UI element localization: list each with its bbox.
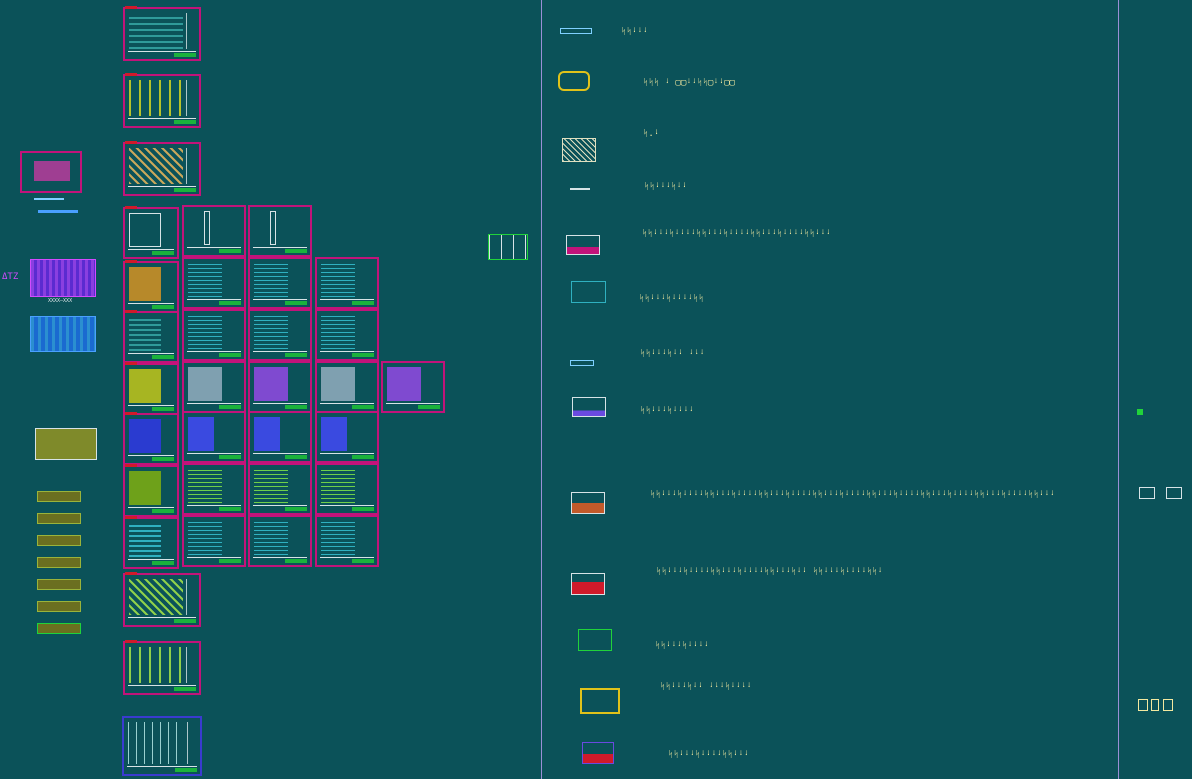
panel-icon[interactable] bbox=[566, 235, 600, 255]
section-drawing[interactable] bbox=[30, 316, 96, 352]
legend-label: ᛋᛋᛍᛍᛍᛋᛍᛍᛍᛍᛋᛋᛍᛍᛍ bbox=[668, 750, 750, 760]
panel-icon[interactable] bbox=[1163, 699, 1173, 711]
left-label-b: XXXX—XXX bbox=[48, 298, 73, 304]
panel-icon[interactable] bbox=[1166, 487, 1182, 499]
legend-label: ᛋᛋᛍᛍᛍᛋᛍᛍᛍᛍᛋᛋᛍᛍᛍᛋᛍᛍᛍᛍᛋᛋᛍᛍᛍᛋᛍᛍᛍᛍᛋᛋᛍᛍᛍ bbox=[642, 229, 832, 239]
drawing-sheet[interactable] bbox=[123, 73, 201, 128]
thumbnail-caption bbox=[34, 198, 64, 200]
legend-label: ᛋᛋᛋ ᛍ ▢▢ᛍᛍᛋᛋ▢ᛍᛍ▢▢ bbox=[643, 78, 735, 88]
detail-strip[interactable] bbox=[37, 491, 81, 502]
panel-icon[interactable] bbox=[580, 688, 620, 714]
drawing-sheet[interactable] bbox=[315, 361, 379, 413]
panel-icon[interactable] bbox=[571, 281, 606, 303]
drawing-sheet[interactable] bbox=[182, 361, 246, 413]
drawing-sheet[interactable] bbox=[315, 309, 379, 361]
drawing-sheet[interactable] bbox=[182, 463, 246, 515]
drawing-sheet[interactable] bbox=[248, 205, 312, 257]
drawing-sheet[interactable] bbox=[182, 257, 246, 309]
marker-icon[interactable] bbox=[1137, 409, 1143, 415]
panel-icon[interactable] bbox=[571, 573, 605, 595]
detail-strip[interactable] bbox=[37, 601, 81, 612]
detail-strip[interactable] bbox=[37, 513, 81, 524]
drawing-sheet[interactable] bbox=[182, 411, 246, 463]
legend-label: ᛋᛋᛍᛍᛍᛋᛍᛍ ᛍᛍᛍ bbox=[640, 349, 705, 359]
drawing-sheet[interactable] bbox=[123, 640, 201, 695]
line-icon[interactable] bbox=[570, 188, 590, 190]
viewport-divider-right bbox=[1118, 0, 1119, 779]
drawing-sheet[interactable] bbox=[248, 463, 312, 515]
frame-icon[interactable] bbox=[558, 71, 590, 91]
thumbnail-caption bbox=[38, 210, 78, 213]
drawing-sheet[interactable] bbox=[123, 141, 201, 196]
site-plan-drawing[interactable] bbox=[35, 428, 97, 460]
panel-icon[interactable] bbox=[572, 397, 606, 417]
drawing-sheet[interactable] bbox=[182, 515, 246, 567]
legend-label: ᛋᛋᛍᛍᛍ bbox=[621, 27, 649, 37]
drawing-sheet[interactable] bbox=[182, 205, 246, 257]
drawing-sheet[interactable] bbox=[248, 411, 312, 463]
detail-strip[interactable] bbox=[37, 579, 81, 590]
left-label-a: ΔΤΖ bbox=[2, 272, 19, 282]
detail-strip[interactable] bbox=[37, 557, 81, 568]
drawing-sheet[interactable] bbox=[248, 309, 312, 361]
drawing-sheet[interactable] bbox=[123, 206, 179, 259]
panel-icon[interactable] bbox=[1139, 487, 1155, 499]
grid-icon[interactable] bbox=[562, 138, 596, 162]
detail-strip[interactable] bbox=[37, 623, 81, 634]
drawing-sheet[interactable] bbox=[315, 411, 379, 463]
panel-icon[interactable] bbox=[582, 742, 614, 764]
drawing-sheet[interactable] bbox=[315, 515, 379, 567]
drawing-sheet[interactable] bbox=[248, 361, 312, 413]
panel-icon[interactable] bbox=[578, 629, 612, 651]
drawing-sheet[interactable] bbox=[123, 260, 179, 313]
arrow-icon[interactable] bbox=[570, 360, 594, 366]
drawing-sheet[interactable] bbox=[123, 464, 179, 517]
drawing-sheet[interactable] bbox=[123, 362, 179, 415]
plan-thumbnail[interactable] bbox=[20, 151, 82, 193]
drawing-sheet[interactable] bbox=[248, 515, 312, 567]
panel-icon[interactable] bbox=[1151, 699, 1159, 711]
drawing-sheet[interactable] bbox=[381, 361, 445, 413]
drawing-sheet[interactable] bbox=[315, 257, 379, 309]
drawing-sheet[interactable] bbox=[123, 412, 179, 465]
floating-detail[interactable] bbox=[488, 234, 528, 260]
legend-label: ᛋᛋᛍᛍᛍᛋᛍᛍᛍᛍ bbox=[640, 406, 695, 416]
panel-icon[interactable] bbox=[1138, 699, 1148, 711]
legend-label: ᛋᛋᛍᛍᛍᛋᛍᛍ ᛍᛍᛍᛋᛍᛍᛍᛍ bbox=[660, 682, 752, 692]
legend-label: ᛋᛋᛍᛍᛍᛋᛍᛍᛍᛍᛋᛋᛍᛍᛍᛋᛍᛍᛍᛍᛋᛋᛍᛍᛍᛋᛍᛍᛍᛍᛋᛋᛍᛍᛍᛋᛍᛍᛍᛍ… bbox=[650, 490, 1056, 500]
drawing-sheet-selected[interactable] bbox=[122, 716, 202, 776]
panel-icon[interactable] bbox=[571, 492, 605, 514]
detail-strip[interactable] bbox=[37, 535, 81, 546]
legend-label: ᛋ.ᛍ bbox=[643, 129, 660, 139]
drawing-sheet[interactable] bbox=[123, 310, 179, 363]
legend-label: ᛋᛋᛍᛍᛍᛋᛍᛍᛍᛍᛋᛋᛍᛍᛍᛋᛍᛍᛍᛍᛋᛋᛍᛍᛍᛋᛍᛍ ᛋᛋᛍᛍᛍᛋᛍᛍᛍᛍᛋ… bbox=[656, 567, 883, 577]
drawing-sheet[interactable] bbox=[182, 309, 246, 361]
drawing-sheet[interactable] bbox=[123, 572, 201, 627]
drawing-sheet[interactable] bbox=[123, 516, 179, 569]
symbol-icon[interactable] bbox=[560, 28, 592, 34]
legend-label: ᛋᛋᛍᛍᛍᛋᛍᛍ bbox=[644, 182, 688, 192]
elevation-drawing[interactable] bbox=[30, 259, 96, 297]
drawing-sheet[interactable] bbox=[123, 6, 201, 61]
drawing-sheet[interactable] bbox=[315, 463, 379, 515]
legend-label: ᛋᛋᛍᛍᛍᛋᛍᛍᛍᛍᛋᛋ bbox=[639, 294, 704, 304]
legend-label: ᛋᛋᛍᛍᛍᛋᛍᛍᛍᛍ bbox=[655, 641, 710, 651]
viewport-divider-left bbox=[541, 0, 542, 779]
drawing-sheet[interactable] bbox=[248, 257, 312, 309]
